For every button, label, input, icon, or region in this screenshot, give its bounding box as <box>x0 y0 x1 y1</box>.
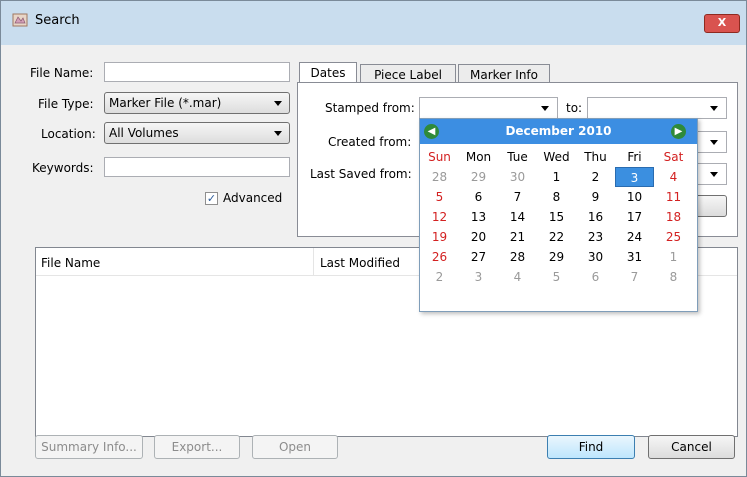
keywords-input[interactable] <box>104 157 290 177</box>
export-button[interactable]: Export... <box>154 435 240 459</box>
calendar-day[interactable]: 9 <box>576 187 615 207</box>
app-icon <box>12 13 28 27</box>
calendar-day-name: Sun <box>428 150 451 164</box>
calendar-day[interactable]: 17 <box>615 207 654 227</box>
calendar-day[interactable]: 12 <box>420 207 459 227</box>
calendar-week-row: 19 20 21 22 23 24 25 <box>420 227 697 247</box>
calendar-day-name: Wed <box>543 150 570 164</box>
calendar-week-row: 28 29 30 1 2 3 4 <box>420 167 697 187</box>
calendar-day[interactable]: 7 <box>615 267 654 287</box>
calendar-day[interactable]: 4 <box>498 267 537 287</box>
created-from-label: Created from: <box>328 135 412 149</box>
calendar-day[interactable]: 5 <box>537 267 576 287</box>
open-button[interactable]: Open <box>252 435 338 459</box>
calendar-day[interactable]: 28 <box>498 247 537 267</box>
location-select[interactable]: All Volumes <box>104 122 290 144</box>
stamped-to-label: to: <box>566 101 583 115</box>
window-title: Search <box>35 13 80 28</box>
calendar-day[interactable]: 2 <box>420 267 459 287</box>
calendar-day[interactable]: 30 <box>498 167 537 187</box>
last-saved-from-label: Last Saved from: <box>310 167 412 181</box>
location-value: All Volumes <box>109 126 179 140</box>
calendar-day[interactable]: 29 <box>459 167 498 187</box>
find-button[interactable]: Find <box>547 435 635 459</box>
calendar-day-name: Fri <box>627 150 642 164</box>
calendar-day-name: Thu <box>584 150 607 164</box>
chevron-down-icon <box>710 140 718 145</box>
calendar-day[interactable]: 19 <box>420 227 459 247</box>
calendar-day-name: Mon <box>465 150 492 164</box>
calendar-day[interactable]: 2 <box>576 167 615 187</box>
close-button[interactable]: X <box>704 14 740 33</box>
calendar-day-name: Sat <box>663 150 684 164</box>
chevron-down-icon <box>710 172 718 177</box>
calendar-day[interactable]: 29 <box>537 247 576 267</box>
calendar-day[interactable]: 22 <box>537 227 576 247</box>
calendar-day[interactable]: 18 <box>654 207 693 227</box>
location-label: Location: <box>41 127 96 141</box>
stamped-to-date-picker[interactable] <box>587 97 727 119</box>
calendar-day[interactable]: 1 <box>654 247 693 267</box>
calendar-day[interactable]: 16 <box>576 207 615 227</box>
calendar-week-row: 2345678 <box>420 267 697 287</box>
calendar-day[interactable]: 11 <box>654 187 693 207</box>
calendar-week-row: 12 13 14 15 16 17 18 <box>420 207 697 227</box>
calendar-day-name: Tue <box>507 150 528 164</box>
calendar-week-row: 26 27 28 29 30 31 1 <box>420 247 697 267</box>
calendar-day[interactable]: 6 <box>576 267 615 287</box>
calendar-day[interactable]: 21 <box>498 227 537 247</box>
column-header-last-modified[interactable]: Last Modified <box>320 256 400 270</box>
search-dialog: Search X File Name: File Type: Marker Fi… <box>0 0 747 477</box>
file-name-label: File Name: <box>30 66 94 80</box>
cancel-button[interactable]: Cancel <box>648 435 735 459</box>
calendar-month-year[interactable]: December 2010 <box>420 124 697 138</box>
calendar-day[interactable]: 30 <box>576 247 615 267</box>
next-month-icon[interactable]: ▶ <box>671 124 686 139</box>
file-type-label: File Type: <box>38 97 94 111</box>
calendar-header: ◀ December 2010 ▶ <box>420 119 697 144</box>
calendar-day[interactable]: 27 <box>459 247 498 267</box>
calendar-day[interactable]: 6 <box>459 187 498 207</box>
calendar-day[interactable]: 4 <box>654 167 693 187</box>
calendar-day[interactable]: 5 <box>420 187 459 207</box>
file-type-value: Marker File (*.mar) <box>109 96 222 110</box>
keywords-label: Keywords: <box>32 161 94 175</box>
calendar-day[interactable]: 8 <box>537 187 576 207</box>
calendar-day[interactable]: 13 <box>459 207 498 227</box>
calendar-day[interactable]: 15 <box>537 207 576 227</box>
calendar-day[interactable]: 8 <box>654 267 693 287</box>
calendar-day[interactable]: 25 <box>654 227 693 247</box>
calendar-day[interactable]: 24 <box>615 227 654 247</box>
calendar-day[interactable]: 23 <box>576 227 615 247</box>
calendar-day-names-row: Sun Mon Tue Wed Thu Fri Sat <box>420 147 697 167</box>
calendar-week-row: 5 6 7 8 9 10 11 <box>420 187 697 207</box>
calendar-day[interactable]: 31 <box>615 247 654 267</box>
stamped-from-label: Stamped from: <box>325 101 415 115</box>
calendar-day[interactable]: 3 <box>615 167 654 187</box>
column-divider[interactable] <box>313 248 314 275</box>
calendar-grid: Sun Mon Tue Wed Thu Fri Sat 28 29 30 1 2 3 4 5 6 7 8 9 10 11… <box>420 147 697 287</box>
summary-info-button[interactable]: Summary Info... <box>35 435 143 459</box>
stamped-from-date-picker[interactable] <box>419 97 558 119</box>
calendar-day[interactable]: 7 <box>498 187 537 207</box>
file-name-input[interactable] <box>104 62 290 82</box>
date-picker-calendar: ◀ December 2010 ▶ Sun Mon Tue Wed Thu Fri Sat 2… <box>419 118 698 312</box>
title-bar[interactable]: Search X <box>1 1 746 45</box>
calendar-day[interactable]: 14 <box>498 207 537 227</box>
calendar-day[interactable]: 20 <box>459 227 498 247</box>
advanced-checkbox[interactable]: ✓ <box>205 192 218 205</box>
chevron-down-icon <box>274 131 282 136</box>
chevron-down-icon <box>274 101 282 106</box>
advanced-label: Advanced <box>223 191 283 205</box>
calendar-day[interactable]: 1 <box>537 167 576 187</box>
calendar-day[interactable]: 28 <box>420 167 459 187</box>
chevron-down-icon <box>541 106 549 111</box>
calendar-day[interactable]: 10 <box>615 187 654 207</box>
file-type-select[interactable]: Marker File (*.mar) <box>104 92 290 114</box>
chevron-down-icon <box>710 106 718 111</box>
calendar-day[interactable]: 3 <box>459 267 498 287</box>
column-header-file-name[interactable]: File Name <box>41 256 100 270</box>
calendar-day[interactable]: 26 <box>420 247 459 267</box>
